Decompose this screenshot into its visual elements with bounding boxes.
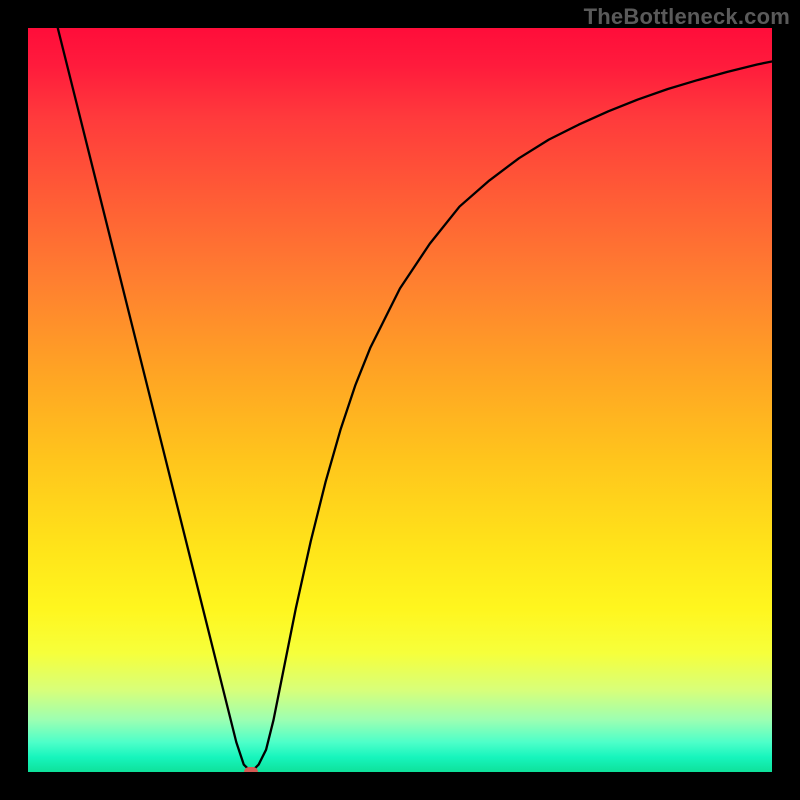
bottleneck-curve-line: [58, 28, 772, 772]
optimum-marker: [244, 767, 258, 772]
chart-frame: TheBottleneck.com: [0, 0, 800, 800]
curve-svg: [28, 28, 772, 772]
watermark-text: TheBottleneck.com: [584, 4, 790, 30]
plot-area: [28, 28, 772, 772]
